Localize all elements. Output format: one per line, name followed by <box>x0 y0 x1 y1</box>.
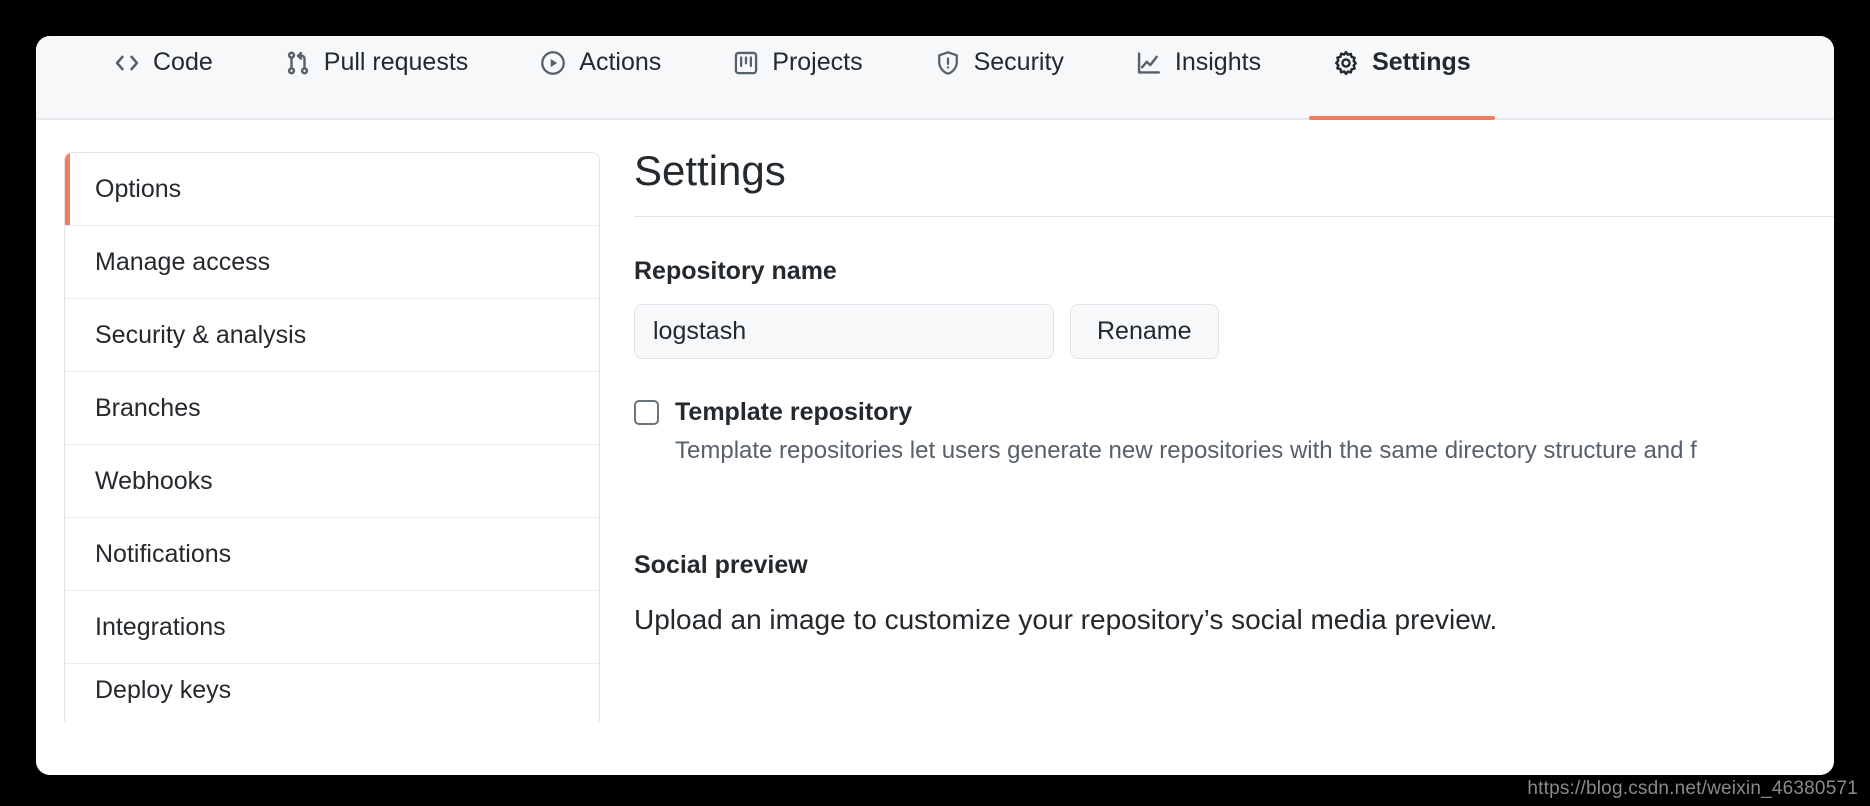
repo-nav-tabbar: Code Pull requests Actions Projects Secu… <box>36 36 1834 120</box>
tab-projects-label: Projects <box>772 47 863 76</box>
tab-pull-requests-label: Pull requests <box>323 47 469 76</box>
shield-alert-icon <box>935 50 961 76</box>
page-title: Settings <box>634 147 786 194</box>
play-circle-icon <box>540 50 566 76</box>
code-icon <box>114 50 140 76</box>
tab-code[interactable]: Code <box>90 36 237 118</box>
rename-button[interactable]: Rename <box>1070 304 1219 360</box>
watermark: https://blog.csdn.net/weixin_46380571 <box>1527 778 1858 799</box>
settings-body: Options Manage access Security & analysi… <box>36 120 1834 775</box>
title-divider <box>634 216 1834 218</box>
project-board-icon <box>733 50 759 76</box>
tab-security[interactable]: Security <box>911 36 1088 118</box>
sidebar-item-label: Notifications <box>95 539 232 568</box>
git-pull-request-icon <box>285 50 311 76</box>
repo-nav-tabs: Code Pull requests Actions Projects Secu… <box>36 36 1834 120</box>
tab-code-label: Code <box>153 47 213 76</box>
sidebar-item-branches[interactable]: Branches <box>65 372 599 445</box>
tab-actions-label: Actions <box>579 47 662 76</box>
sidebar-item-webhooks[interactable]: Webhooks <box>65 445 599 518</box>
sidebar-item-label: Deploy keys <box>95 676 232 704</box>
sidebar-item-notifications[interactable]: Notifications <box>65 518 599 591</box>
tab-settings[interactable]: Settings <box>1309 36 1495 120</box>
sidebar-item-label: Webhooks <box>95 466 213 495</box>
tab-security-label: Security <box>973 47 1064 76</box>
sidebar-item-deploy-keys[interactable]: Deploy keys <box>65 664 599 722</box>
template-repository-label: Template repository <box>675 398 913 427</box>
repository-name-label: Repository name <box>634 257 837 286</box>
template-repository-checkbox[interactable] <box>634 400 659 426</box>
sidebar-item-integrations[interactable]: Integrations <box>65 591 599 664</box>
tab-insights[interactable]: Insights <box>1112 36 1285 118</box>
repository-name-row: Rename <box>634 304 1834 360</box>
tab-settings-label: Settings <box>1372 47 1471 76</box>
sidebar-item-label: Branches <box>95 393 201 422</box>
sidebar-item-manage-access[interactable]: Manage access <box>65 226 599 299</box>
sidebar-item-security-analysis[interactable]: Security & analysis <box>65 299 599 372</box>
tab-projects[interactable]: Projects <box>709 36 886 118</box>
tab-insights-label: Insights <box>1174 47 1262 76</box>
sidebar-item-label: Options <box>95 174 182 203</box>
social-preview-description: Upload an image to customize your reposi… <box>634 604 1498 636</box>
settings-sidebar: Options Manage access Security & analysi… <box>36 120 634 775</box>
sidebar-item-options[interactable]: Options <box>65 153 599 226</box>
github-repo-settings-card: Code Pull requests Actions Projects Secu… <box>36 36 1834 775</box>
tab-pull-requests[interactable]: Pull requests <box>261 36 493 118</box>
social-preview-heading: Social preview <box>634 551 808 580</box>
template-repository-row: Template repository <box>634 398 1834 427</box>
sidebar-item-label: Manage access <box>95 247 271 276</box>
screenshot-root: Code Pull requests Actions Projects Secu… <box>0 0 1870 806</box>
graph-icon <box>1136 50 1162 76</box>
repository-name-input[interactable] <box>634 304 1054 360</box>
sidebar-item-label: Integrations <box>95 612 226 641</box>
settings-menu: Options Manage access Security & analysi… <box>64 152 600 722</box>
template-repository-help-text: Template repositories let users generate… <box>675 437 1697 465</box>
tab-actions[interactable]: Actions <box>516 36 685 118</box>
gear-icon <box>1333 50 1359 76</box>
sidebar-item-label: Security & analysis <box>95 320 307 349</box>
settings-main: Settings Repository name Rename Template… <box>634 120 1834 775</box>
